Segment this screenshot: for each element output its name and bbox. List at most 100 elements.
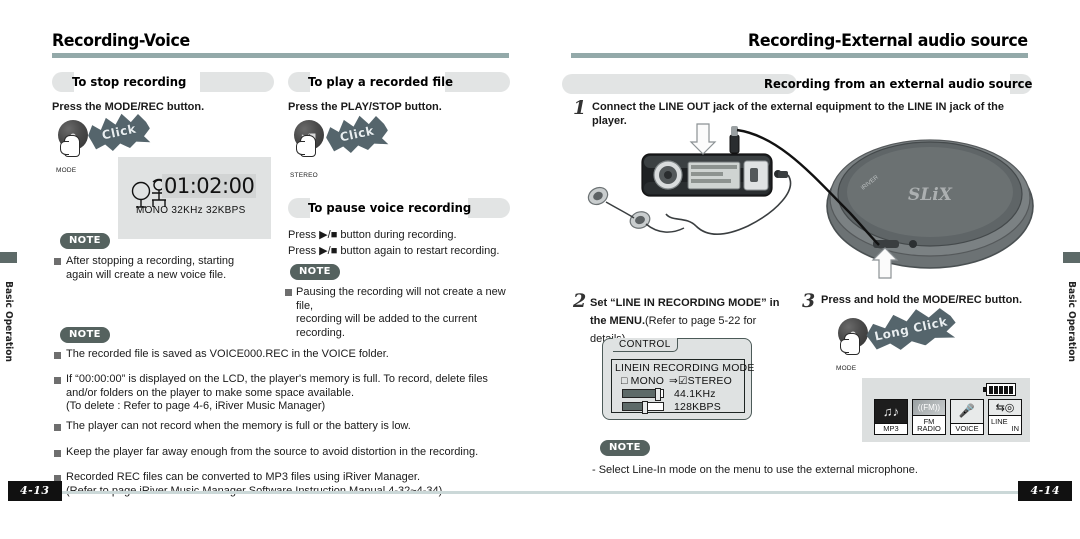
- button-caption: STEREO: [290, 172, 318, 179]
- battery-indicator-icon: [983, 383, 1016, 396]
- fm-radio-icon: ((FM)): [913, 400, 945, 415]
- slider-knob[interactable]: [642, 401, 648, 414]
- mode-cell-fm-radio[interactable]: ((FM)) FM RADIO: [912, 399, 946, 435]
- page-title: Recording-Voice: [52, 31, 190, 51]
- line-in-icon: ⇆◎: [995, 402, 1015, 414]
- page-number: 4-14: [1018, 481, 1072, 501]
- checkbox-stereo-icon[interactable]: ☑: [678, 375, 688, 387]
- checkbox-mono-icon[interactable]: □: [621, 375, 628, 387]
- section-label: To pause voice recording: [308, 200, 472, 215]
- mode-cell-label-line2: IN: [1011, 424, 1020, 433]
- bottom-note-item-1: The recorded file is saved as VOICE000.R…: [66, 348, 389, 360]
- section-bar-left: [288, 198, 310, 218]
- section-bar-right: [445, 72, 510, 92]
- note-bullet: [285, 289, 292, 296]
- mode-cell-voice[interactable]: 🎤 VOICE: [950, 399, 984, 435]
- bottom-note-item-3: The player can not record when the memor…: [66, 420, 411, 432]
- section-heading-pause-recording: To pause voice recording: [288, 198, 510, 218]
- right-page: Recording-External audio source Recordin…: [540, 0, 1080, 539]
- bottom-note-pill: NOTE: [60, 327, 110, 343]
- control-option-stereo[interactable]: ⇒☑STEREO: [669, 375, 732, 387]
- footer-rule: [60, 491, 540, 494]
- mode-cell-label-line1: LINE: [991, 416, 1008, 426]
- lcd-time-value: 01:02:00: [162, 174, 257, 198]
- mode-cell-label: VOICE: [951, 422, 983, 434]
- section-heading-play-file: To play a recorded file: [288, 72, 510, 92]
- side-tab-stem: Basic Operation: [1063, 263, 1080, 381]
- section-bar-left: [52, 72, 74, 92]
- button-caption: MODE: [836, 365, 857, 372]
- title-divider: [52, 53, 509, 58]
- section-bar-left: [562, 74, 797, 94]
- note-bullet: [54, 424, 61, 431]
- note-pill-1: NOTE: [60, 233, 110, 249]
- connection-illustration: SLiX iRIVER: [587, 123, 1034, 279]
- instruction-play-file: Press the PLAY/STOP button.: [288, 101, 442, 113]
- title-divider: [571, 53, 1028, 58]
- slider-fill: [623, 403, 642, 410]
- side-tab-cap: [1063, 252, 1080, 263]
- pause-line-2: Press ▶/■ button again to restart record…: [288, 245, 500, 257]
- mode-cell-label-line2: RADIO: [917, 424, 941, 433]
- manual-page-spread: Recording-Voice To stop recording To pla…: [0, 0, 1080, 539]
- bottom-note-item-2: If “00:00:00” is displayed on the LCD, t…: [66, 373, 488, 412]
- hand-cursor-icon: [60, 135, 80, 157]
- section-bar-left: [288, 72, 310, 92]
- hand-cursor-icon: [296, 135, 316, 157]
- bitrate-slider[interactable]: [622, 401, 664, 414]
- control-option-mono[interactable]: □ MONO: [621, 375, 664, 387]
- section-bar-right: [200, 72, 274, 92]
- left-page: Recording-Voice To stop recording To pla…: [0, 0, 540, 539]
- section-bar-right: [468, 198, 510, 218]
- page-number: 4-13: [8, 481, 62, 501]
- arrow-icon: ⇒: [669, 375, 678, 387]
- note-pill-2: NOTE: [290, 264, 340, 280]
- mode-select-screen: ♫♪ MP3 ((FM)) FM RADIO 🎤 VOICE ⇆◎ LINE IN: [862, 378, 1030, 442]
- button-caption: MODE: [56, 167, 77, 174]
- pause-line-1: Press ▶/■ button during recording.: [288, 229, 457, 241]
- note-bullet: [54, 352, 61, 359]
- control-tab-label: CONTROL: [613, 338, 678, 352]
- step-number-1: 1: [573, 97, 587, 119]
- section-heading-external-recording: Recording from an external audio source: [562, 74, 1032, 94]
- slider-knob[interactable]: [655, 388, 661, 401]
- note-pill-right: NOTE: [600, 440, 650, 456]
- step-number-3: 3: [802, 290, 816, 312]
- mode-cell-mp3[interactable]: ♫♪ MP3: [874, 399, 908, 435]
- note-item-2: Pausing the recording will not create a …: [296, 286, 506, 339]
- side-tab-label: Basic Operation: [1066, 281, 1077, 363]
- section-label: Recording from an external audio source: [764, 76, 1033, 91]
- long-click-burst-icon: Long Click: [863, 301, 959, 357]
- mode-cell-label: LINE IN: [989, 415, 1021, 434]
- svg-text:SLiX: SLiX: [908, 185, 953, 205]
- hand-cursor-icon: [840, 333, 860, 355]
- click-burst-icon: Click: [85, 108, 153, 156]
- note-bullet: [54, 450, 61, 457]
- option-mono-label: MONO: [630, 375, 665, 387]
- side-tab-stem: Basic Operation: [0, 263, 17, 381]
- side-tab-cap: [0, 252, 17, 263]
- section-label: To play a recorded file: [308, 74, 454, 89]
- control-inner-panel: LINEIN RECORDING MODE □ MONO ⇒☑STEREO 44…: [611, 359, 754, 414]
- lcd-status-line: MONO 32KHz 32KBPS: [136, 205, 246, 216]
- page-title: Recording-External audio source: [748, 31, 1028, 51]
- control-title: LINEIN RECORDING MODE: [615, 362, 755, 374]
- step-number-2: 2: [573, 290, 587, 312]
- side-tab-label: Basic Operation: [3, 281, 14, 363]
- mode-cell-line-in[interactable]: ⇆◎ LINE IN: [988, 399, 1022, 435]
- music-note-icon: ♫♪: [882, 403, 900, 419]
- step-3-text: Press and hold the MODE/REC button.: [821, 294, 1023, 306]
- option-stereo-label: STEREO: [687, 375, 732, 387]
- click-burst-icon: Click: [323, 110, 391, 158]
- instruction-stop-recording: Press the MODE/REC button.: [52, 101, 205, 113]
- section-label: To stop recording: [72, 74, 187, 89]
- note-bullet: [54, 258, 61, 265]
- sample-rate-value: 44.1KHz: [674, 388, 716, 400]
- side-tab-basic-operation: Basic Operation: [1063, 252, 1080, 381]
- bitrate-value: 128KBPS: [674, 401, 721, 413]
- section-heading-stop-recording: To stop recording: [52, 72, 274, 92]
- mode-cell-label: MP3: [875, 422, 907, 434]
- slider-fill: [623, 390, 655, 397]
- sample-rate-slider[interactable]: [622, 388, 664, 401]
- note-bullet: [54, 377, 61, 384]
